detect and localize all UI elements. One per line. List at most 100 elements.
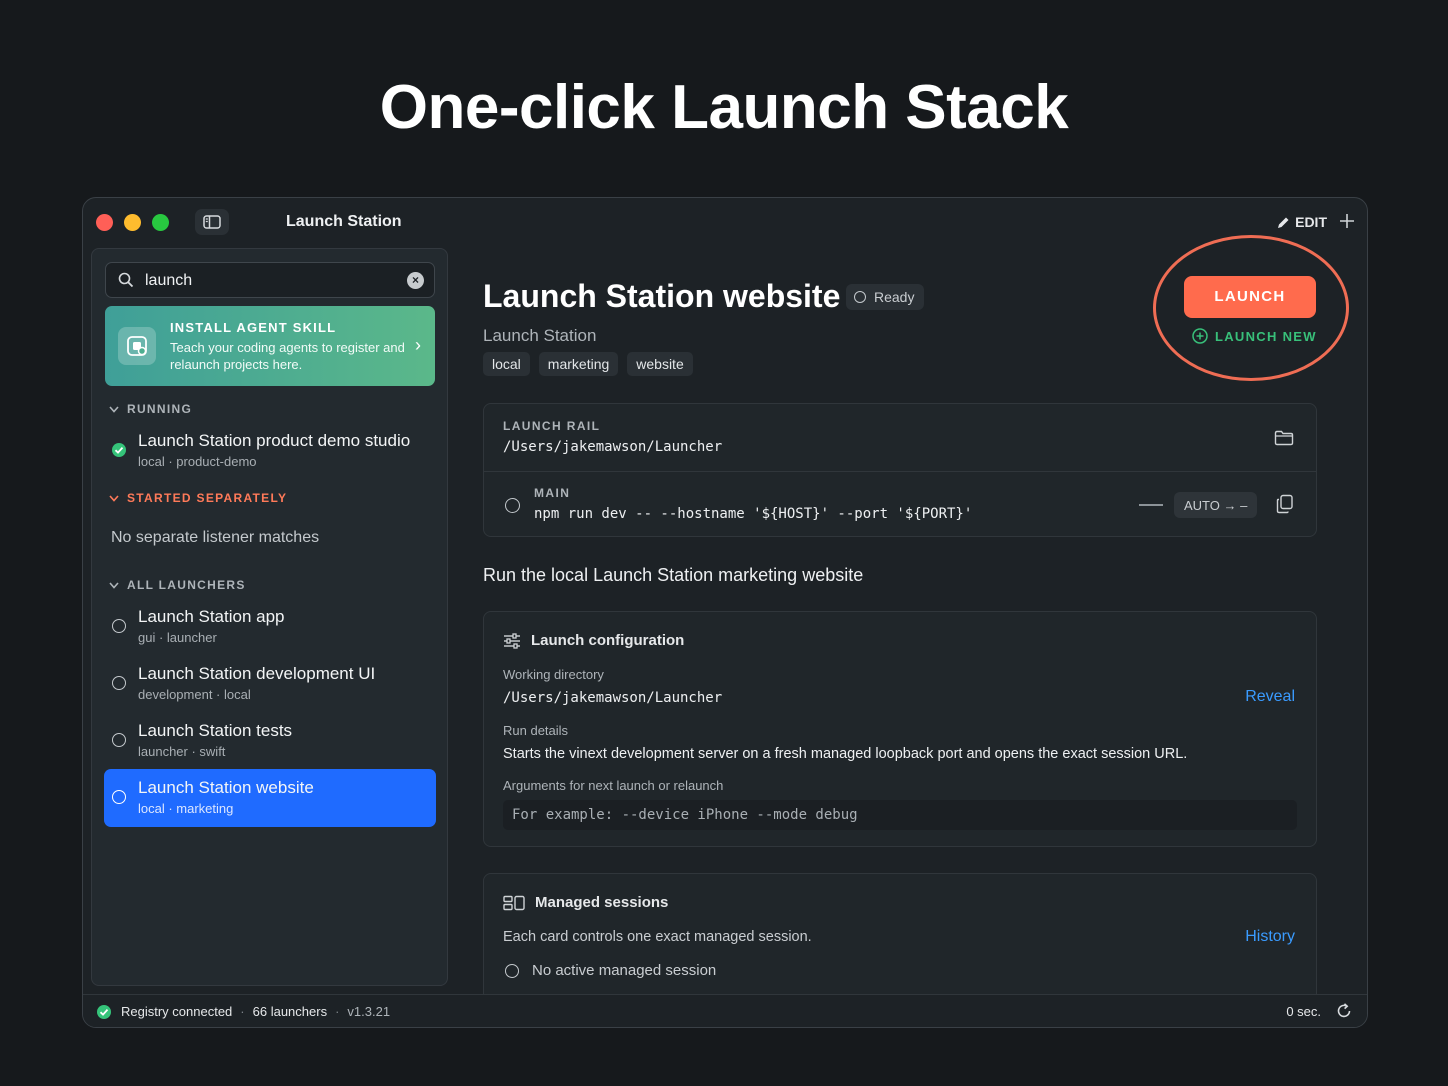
list-item-title: Launch Station website bbox=[138, 778, 314, 797]
minimize-window-button[interactable] bbox=[124, 214, 141, 231]
copy-icon[interactable] bbox=[1276, 494, 1294, 514]
history-link[interactable]: History bbox=[1245, 928, 1295, 946]
status-badge: Ready bbox=[846, 284, 925, 310]
sidebar-toggle-button[interactable] bbox=[195, 209, 229, 235]
launch-configuration-card: Launch configuration Working directory /… bbox=[483, 611, 1317, 847]
working-directory-value: /Users/jakemawson/Launcher bbox=[503, 690, 723, 706]
tag-list: local marketing website bbox=[483, 352, 693, 376]
idle-status-icon bbox=[112, 676, 126, 690]
arguments-label: Arguments for next launch or relaunch bbox=[503, 778, 724, 793]
managed-sessions-description: Each card controls one exact managed ses… bbox=[503, 929, 812, 945]
section-all-launchers-label: ALL LAUNCHERS bbox=[127, 578, 246, 592]
arguments-input[interactable]: For example: --device iPhone --mode debu… bbox=[503, 800, 1297, 830]
add-launcher-button[interactable] bbox=[1337, 210, 1357, 232]
skill-card-title: INSTALL AGENT SKILL bbox=[170, 320, 337, 335]
app-version: v1.3.21 bbox=[347, 1004, 391, 1019]
close-window-button[interactable] bbox=[96, 214, 113, 231]
elapsed-time: 0 sec. bbox=[1286, 1004, 1321, 1019]
chevron-down-icon bbox=[109, 405, 119, 413]
main-command: npm run dev -- --hostname '${HOST}' --po… bbox=[534, 506, 973, 522]
clear-search-icon[interactable]: × bbox=[407, 272, 424, 289]
tag: website bbox=[627, 352, 693, 376]
main-command-radio[interactable] bbox=[505, 498, 520, 513]
project-description: Run the local Launch Station marketing w… bbox=[483, 565, 864, 585]
edit-label: EDIT bbox=[1295, 214, 1327, 230]
skill-card-description: Teach your coding agents to register and… bbox=[170, 340, 405, 372]
launch-button[interactable]: LAUNCH bbox=[1184, 276, 1316, 318]
page-headline: One-click Launch Stack bbox=[379, 73, 1069, 142]
run-details-value: Starts the vinext development server on … bbox=[503, 746, 1188, 762]
list-item-title: Launch Station product demo studio bbox=[138, 431, 411, 450]
separator-dot: · bbox=[240, 1004, 245, 1019]
launcher-item[interactable]: Launch Station app gui · launcher bbox=[104, 598, 436, 656]
launcher-item[interactable]: Launch Station development UI developmen… bbox=[104, 655, 436, 713]
chevron-down-icon bbox=[109, 494, 119, 502]
list-item-title: Launch Station development UI bbox=[138, 664, 376, 683]
managed-sessions-header: Managed sessions bbox=[503, 894, 668, 911]
idle-status-icon bbox=[112, 790, 126, 804]
status-badge-label: Ready bbox=[874, 289, 915, 305]
launcher-item[interactable]: Launch Station tests launcher · swift bbox=[104, 712, 436, 770]
auto-port-pill[interactable]: AUTO → – bbox=[1174, 492, 1258, 518]
list-item-subtitle: local · product-demo bbox=[138, 454, 257, 469]
agent-skill-icon bbox=[118, 327, 156, 365]
launcher-count: 66 launchers bbox=[252, 1004, 328, 1019]
launch-rail-label: LAUNCH RAIL bbox=[503, 419, 601, 433]
plus-icon bbox=[1340, 214, 1354, 228]
launch-configuration-header: Launch configuration bbox=[503, 632, 684, 649]
running-status-icon bbox=[112, 443, 126, 457]
section-started-separately[interactable]: STARTED SEPARATELY bbox=[109, 491, 287, 505]
list-item-title: Launch Station app bbox=[138, 607, 285, 626]
session-status-icon bbox=[505, 964, 519, 978]
list-item-subtitle: local · marketing bbox=[138, 801, 234, 816]
detail-pane: Launch Station website Ready Launch Stat… bbox=[465, 235, 1365, 1013]
pencil-icon bbox=[1278, 217, 1289, 228]
registry-connected-icon bbox=[97, 1005, 111, 1019]
tag: marketing bbox=[538, 352, 619, 376]
separator-dot: · bbox=[335, 1004, 340, 1019]
search-input[interactable]: launch bbox=[145, 272, 192, 290]
no-session-message: No active managed session bbox=[532, 962, 717, 979]
launch-rail-card: LAUNCH RAIL /Users/jakemawson/Launcher M… bbox=[483, 403, 1317, 537]
list-item-subtitle: development · local bbox=[138, 687, 251, 702]
list-item-subtitle: gui · launcher bbox=[138, 630, 217, 645]
install-agent-skill-card[interactable]: INSTALL AGENT SKILL Teach your coding ag… bbox=[105, 306, 435, 386]
folder-icon[interactable] bbox=[1274, 430, 1294, 446]
main-command-label: MAIN bbox=[534, 486, 571, 500]
sidebar: launch × INSTALL AGENT SKILL Teach your … bbox=[91, 248, 448, 986]
section-running-label: RUNNING bbox=[127, 402, 193, 416]
zoom-window-button[interactable] bbox=[152, 214, 169, 231]
reveal-link[interactable]: Reveal bbox=[1245, 688, 1295, 706]
dash-divider bbox=[1139, 504, 1163, 506]
project-title: Launch Station website bbox=[483, 278, 841, 314]
running-item[interactable]: Launch Station product demo studio local… bbox=[104, 422, 436, 480]
section-all-launchers[interactable]: ALL LAUNCHERS bbox=[109, 578, 246, 592]
tag: local bbox=[483, 352, 530, 376]
chevron-down-icon bbox=[109, 581, 119, 589]
working-directory-label: Working directory bbox=[503, 667, 604, 682]
search-icon bbox=[118, 272, 134, 288]
idle-status-icon bbox=[112, 619, 126, 633]
title-bar: Launch Station EDIT bbox=[83, 198, 1367, 248]
idle-status-icon bbox=[112, 733, 126, 747]
managed-sessions-card: Managed sessions Each card controls one … bbox=[483, 873, 1317, 1013]
edit-button[interactable]: EDIT bbox=[1277, 214, 1327, 230]
list-item-title: Launch Station tests bbox=[138, 721, 293, 740]
project-subtitle: Launch Station bbox=[483, 326, 597, 345]
launcher-item-selected[interactable]: Launch Station website local · marketing bbox=[104, 769, 436, 827]
app-window: Launch Station EDIT launch × INSTALL AGE… bbox=[82, 197, 1368, 1028]
section-running[interactable]: RUNNING bbox=[109, 402, 192, 416]
status-bar: Registry connected · 66 launchers · v1.3… bbox=[83, 994, 1367, 1027]
status-info: Registry connected · 66 launchers · v1.3… bbox=[121, 1004, 390, 1019]
sliders-icon bbox=[504, 632, 520, 649]
search-field[interactable]: launch × bbox=[105, 262, 435, 298]
separate-empty-message: No separate listener matches bbox=[111, 529, 320, 546]
managed-sessions-title: Managed sessions bbox=[535, 894, 669, 911]
refresh-icon[interactable] bbox=[1335, 1002, 1353, 1020]
plus-circle-icon bbox=[1192, 328, 1208, 344]
list-item-subtitle: launcher · swift bbox=[138, 744, 226, 759]
registry-status: Registry connected bbox=[121, 1004, 233, 1019]
launch-new-button[interactable]: LAUNCH NEW bbox=[1192, 328, 1317, 344]
run-details-label: Run details bbox=[503, 723, 569, 738]
launch-configuration-title: Launch configuration bbox=[531, 632, 685, 649]
